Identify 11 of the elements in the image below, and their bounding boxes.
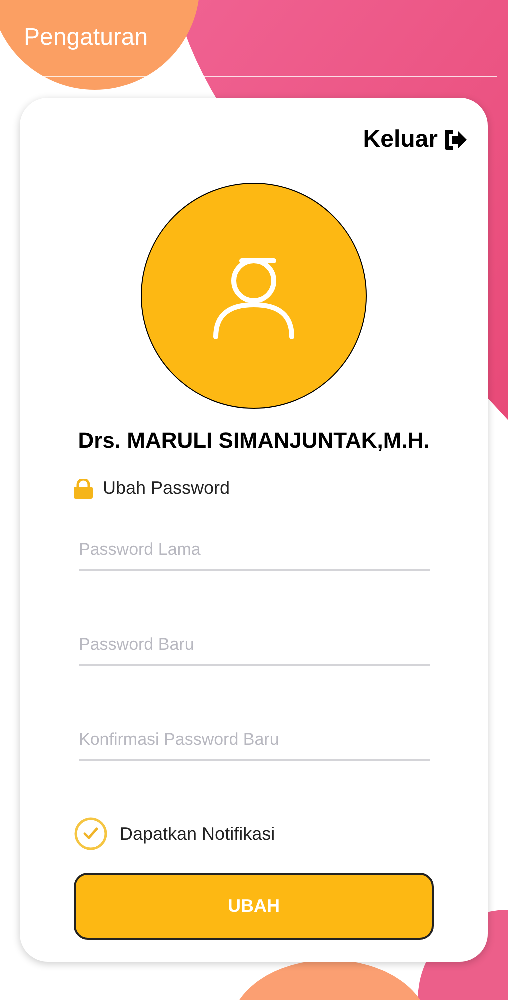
section-title: Ubah Password — [103, 477, 230, 500]
logout-icon — [444, 129, 468, 151]
logout-button[interactable]: Keluar — [363, 122, 468, 158]
password-field[interactable]: Password Lama — [79, 530, 430, 571]
notification-label: Dapatkan Notifikasi — [120, 822, 276, 846]
page-title: Pengaturan — [24, 23, 148, 53]
notification-checkbox[interactable] — [74, 817, 108, 851]
password-field[interactable]: Password Baru — [79, 625, 430, 666]
user-name: Drs. MARULI SIMANJUNTAK,M.H. — [78, 427, 430, 455]
password-field[interactable]: Konfirmasi Password Baru — [79, 720, 430, 761]
lock-icon — [74, 478, 93, 498]
